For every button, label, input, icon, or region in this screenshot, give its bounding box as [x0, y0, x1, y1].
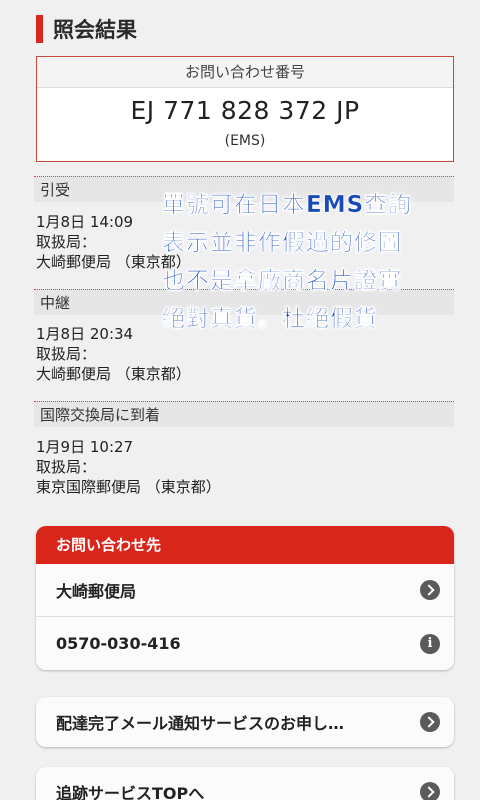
event-datetime: 1月9日 10:27: [36, 438, 134, 456]
tracking-top-label: 追跡サービスTOPへ: [56, 784, 205, 800]
tracking-top-row[interactable]: 追跡サービスTOPへ: [36, 767, 454, 800]
title-accent-bar: [36, 15, 43, 43]
contact-phone-link[interactable]: 0570-030-416 i: [36, 617, 454, 670]
event-details-exchange: 1月9日 10:27 取扱局： 東京国際郵便局 （東京都）: [36, 437, 456, 497]
event-office: 大崎郵便局 （東京都）: [36, 365, 191, 383]
contact-card: お問い合わせ先 大崎郵便局 0570-030-416 i: [36, 526, 454, 670]
info-icon: i: [420, 633, 440, 654]
tracking-number: EJ 771 828 372 JP: [130, 96, 360, 125]
contact-office-link[interactable]: 大崎郵便局: [36, 564, 454, 617]
event-handler-label: 取扱局：: [36, 345, 97, 363]
overlay-line: 單號可在日本EMS查詢: [162, 192, 413, 218]
mail-notify-button[interactable]: 配達完了メール通知サービスのお申し…: [36, 697, 454, 747]
service-type: (EMS): [224, 133, 266, 149]
event-office: 東京国際郵便局 （東京都）: [36, 478, 221, 496]
page-title: 照会結果: [36, 14, 137, 44]
overlay-annotation: 單號可在日本EMS查詢 表示並非作假過的修圖 也不是拿廠商名片證實 絕對真貨。杜…: [162, 186, 462, 338]
tracking-number-box: お問い合わせ番号 EJ 771 828 372 JP (EMS): [36, 56, 454, 162]
chevron-right-icon: [420, 712, 440, 732]
event-handler-label: 取扱局：: [36, 458, 97, 476]
event-status-exchange: 国際交換局に到着: [34, 401, 454, 427]
overlay-line: 絕對真貨。杜絕假貨: [162, 306, 378, 332]
contact-card-header: お問い合わせ先: [36, 526, 454, 564]
chevron-right-icon: [420, 580, 440, 600]
overlay-line: 也不是拿廠商名片證實: [162, 268, 402, 294]
contact-office-name: 大崎郵便局: [56, 582, 137, 601]
mail-notify-row[interactable]: 配達完了メール通知サービスのお申し…: [36, 697, 454, 747]
chevron-right-icon: [420, 782, 440, 800]
tracking-number-label: お問い合わせ番号: [37, 57, 453, 88]
overlay-line: 表示並非作假過的修圖: [162, 230, 402, 256]
tracking-top-button[interactable]: 追跡サービスTOPへ: [36, 767, 454, 800]
page-title-text: 照会結果: [53, 18, 137, 42]
contact-phone-number: 0570-030-416: [56, 634, 181, 653]
mail-notify-label: 配達完了メール通知サービスのお申し…: [56, 714, 345, 733]
tracking-result-page: 照会結果 お問い合わせ番号 EJ 771 828 372 JP (EMS) 引受…: [0, 0, 480, 800]
